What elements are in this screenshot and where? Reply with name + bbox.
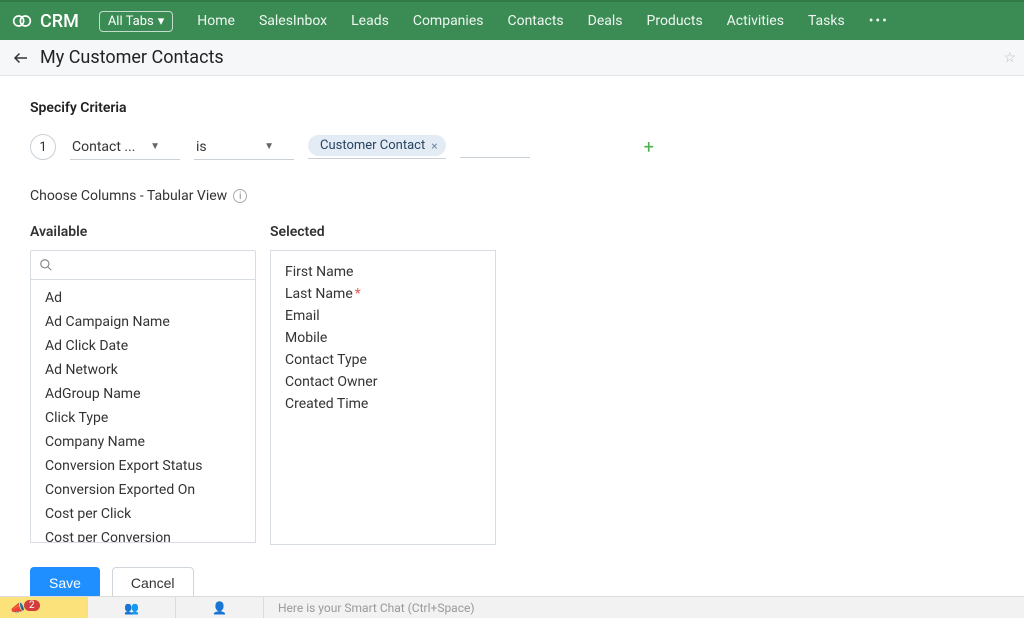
chip-label: Customer Contact (320, 138, 425, 153)
available-item[interactable]: Ad Campaign Name (31, 310, 255, 334)
smartchat-hint[interactable]: Here is your Smart Chat (Ctrl+Space) (264, 601, 475, 615)
selected-listbox[interactable]: First NameLast Name*EmailMobileContact T… (270, 250, 496, 545)
selected-item[interactable]: First Name (285, 261, 481, 283)
available-item[interactable]: Cost per Conversion (31, 526, 255, 543)
nav-leads[interactable]: Leads (351, 13, 389, 29)
nav-activities[interactable]: Activities (727, 13, 784, 29)
criteria-index: 1 (30, 134, 56, 160)
criteria-operator-select[interactable]: is ▼ (194, 135, 294, 160)
available-block: Available AdAd Campaign NameAd Click Dat… (30, 224, 256, 545)
available-item[interactable]: AdGroup Name (31, 382, 255, 406)
selected-item[interactable]: Created Time (285, 393, 481, 415)
selected-item[interactable]: Last Name* (285, 283, 481, 305)
selected-title: Selected (270, 224, 496, 240)
search-icon (39, 258, 53, 272)
save-button[interactable]: Save (30, 567, 100, 599)
group-icon: 👥 (124, 601, 139, 615)
selected-item[interactable]: Mobile (285, 327, 481, 349)
criteria-heading: Specify Criteria (30, 100, 994, 116)
available-search[interactable] (30, 250, 256, 280)
choose-columns-label: Choose Columns - Tabular View (30, 188, 227, 204)
notification-badge: 2 (24, 600, 40, 611)
back-arrow-icon[interactable] (10, 47, 32, 69)
selected-item[interactable]: Contact Type (285, 349, 481, 371)
criteria-operator-label: is (196, 139, 207, 155)
available-search-input[interactable] (59, 258, 247, 273)
brand: CRM (12, 11, 79, 32)
brand-text: CRM (40, 11, 79, 32)
criteria-value-input[interactable]: Customer Contact × (308, 135, 446, 159)
page-title: My Customer Contacts (40, 47, 224, 68)
nav-home[interactable]: Home (197, 13, 235, 29)
choose-columns-heading: Choose Columns - Tabular View i (30, 188, 994, 204)
criteria-field-select[interactable]: Contact ... ▼ (70, 135, 180, 160)
nav-products[interactable]: Products (647, 13, 703, 29)
criteria-value-chip: Customer Contact × (308, 135, 446, 156)
selected-block: Selected First NameLast Name*EmailMobile… (270, 224, 496, 545)
available-item[interactable]: Conversion Export Status (31, 454, 255, 478)
nav-salesinbox[interactable]: SalesInbox (259, 13, 327, 29)
columns-area: Available AdAd Campaign NameAd Click Dat… (30, 224, 994, 545)
info-icon[interactable]: i (233, 189, 247, 203)
cancel-button[interactable]: Cancel (112, 567, 194, 599)
chevron-down-icon: ▼ (150, 141, 160, 152)
available-item[interactable]: Ad Click Date (31, 334, 255, 358)
available-listbox[interactable]: AdAd Campaign NameAd Click DateAd Networ… (30, 279, 256, 543)
brand-logo-icon (12, 11, 32, 31)
available-title: Available (30, 224, 256, 240)
topbar: CRM All Tabs ▾ Home SalesInbox Leads Com… (0, 0, 1024, 40)
nav-companies[interactable]: Companies (413, 13, 484, 29)
alltabs-label: All Tabs (108, 14, 154, 29)
megaphone-icon: 📣 (10, 601, 25, 615)
nav-more-icon[interactable]: ••• (869, 13, 889, 29)
nav-contacts[interactable]: Contacts (507, 13, 563, 29)
available-item[interactable]: Cost per Click (31, 502, 255, 526)
available-item[interactable]: Ad (31, 286, 255, 310)
required-asterisk: * (355, 286, 361, 302)
nav-tasks[interactable]: Tasks (808, 13, 845, 29)
subbar: My Customer Contacts ☆ (0, 40, 1024, 76)
bottombar-user[interactable]: 👤 (176, 597, 264, 618)
criteria-extra-input[interactable] (460, 136, 530, 158)
alltabs-dropdown[interactable]: All Tabs ▾ (99, 11, 173, 32)
favorite-star-icon[interactable]: ☆ (1003, 50, 1016, 66)
content: Specify Criteria 1 Contact ... ▼ is ▼ Cu… (0, 76, 1024, 555)
chevron-down-icon: ▾ (158, 14, 165, 29)
criteria-row: 1 Contact ... ▼ is ▼ Customer Contact × … (30, 134, 994, 160)
top-nav: Home SalesInbox Leads Companies Contacts… (197, 13, 889, 29)
chevron-down-icon: ▼ (264, 141, 274, 152)
bottombar-group[interactable]: 👥 (88, 597, 176, 618)
bottombar: 📣 2 👥 👤 Here is your Smart Chat (Ctrl+Sp… (0, 596, 1024, 618)
user-icon: 👤 (212, 601, 227, 615)
available-item[interactable]: Company Name (31, 430, 255, 454)
selected-item[interactable]: Contact Owner (285, 371, 481, 393)
criteria-field-label: Contact ... (72, 139, 135, 155)
available-item[interactable]: Ad Network (31, 358, 255, 382)
selected-item[interactable]: Email (285, 305, 481, 327)
available-item[interactable]: Click Type (31, 406, 255, 430)
available-item[interactable]: Conversion Exported On (31, 478, 255, 502)
bottombar-notifications[interactable]: 📣 2 (0, 597, 88, 618)
nav-deals[interactable]: Deals (588, 13, 623, 29)
chip-remove-icon[interactable]: × (431, 139, 437, 153)
add-criteria-icon[interactable]: + (644, 137, 654, 158)
